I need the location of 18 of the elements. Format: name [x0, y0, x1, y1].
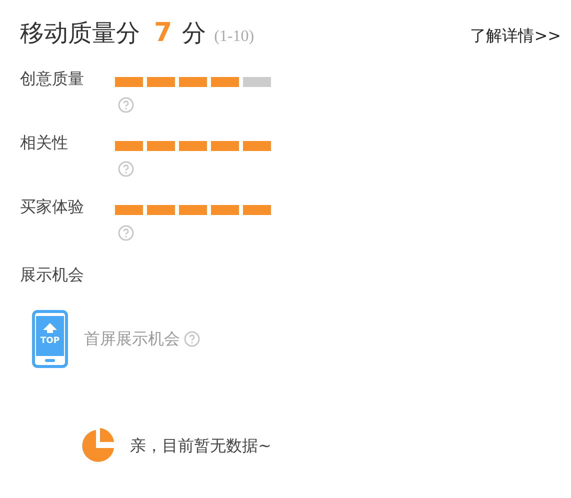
- exposure-label: 首屏展示机会: [84, 328, 180, 350]
- phone-icon: [32, 310, 68, 368]
- help-icon[interactable]: [118, 97, 134, 113]
- metric-label: 相关性: [20, 133, 69, 154]
- score-value: 7: [154, 18, 172, 48]
- score-range: (1-10): [214, 28, 254, 46]
- metric-label: 创意质量: [20, 69, 85, 90]
- help-icon[interactable]: [184, 331, 200, 347]
- pie-chart-icon: [80, 428, 116, 464]
- metric-label: 买家体验: [20, 197, 85, 218]
- top-label: TOP: [40, 336, 60, 346]
- details-link[interactable]: 了解详情>>: [470, 26, 561, 47]
- section-title: 展示机会: [20, 265, 85, 286]
- score-unit: 分: [182, 18, 206, 49]
- empty-message: 亲，目前暂无数据~: [130, 436, 272, 456]
- help-icon[interactable]: [118, 161, 134, 177]
- score-title: 移动质量分: [20, 18, 140, 49]
- help-icon[interactable]: [118, 225, 134, 241]
